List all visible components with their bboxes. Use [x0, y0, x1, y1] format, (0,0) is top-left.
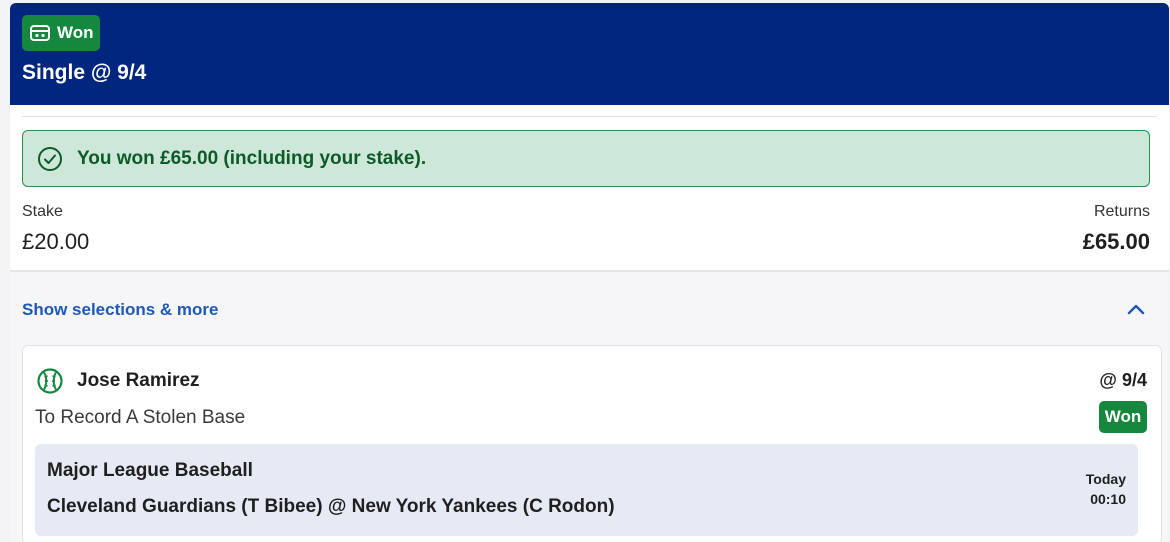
returns-label: Returns [1093, 203, 1150, 220]
stake-label: Stake [22, 203, 63, 220]
event-day: Today [1085, 471, 1126, 487]
win-banner: You won £65.00 (including your stake). [22, 130, 1150, 187]
selection-card: Jose Ramirez @ 9/4 To Record A Stolen Ba… [22, 345, 1162, 542]
baseball-icon [37, 368, 63, 394]
selection-status-badge: Won [1099, 401, 1147, 433]
stake-value: £20.00 [22, 229, 90, 254]
divider [22, 116, 1157, 117]
win-message: You won £65.00 (including your stake). [77, 147, 427, 169]
selection-market: To Record A Stolen Base [35, 407, 246, 428]
chevron-up-icon[interactable] [1125, 299, 1147, 321]
ticket-icon [30, 25, 50, 41]
event-info: Major League Baseball Cleveland Guardian… [35, 444, 1138, 536]
event-matchup: Cleveland Guardians (T Bibee) @ New York… [47, 496, 615, 517]
bet-header: Won Single @ 9/4 [10, 3, 1169, 105]
bet-card: Won Single @ 9/4 You won £65.00 (includi… [10, 3, 1169, 542]
returns-value: £65.00 [1082, 229, 1150, 254]
check-circle-icon [38, 146, 62, 171]
bet-status-badge: Won [22, 15, 100, 51]
bet-title: Single @ 9/4 [22, 61, 147, 84]
selection-odds: @ 9/4 [1099, 370, 1147, 390]
bet-status-label: Won [57, 23, 94, 42]
selection-player: Jose Ramirez [77, 370, 200, 391]
show-selections-link[interactable]: Show selections & more [22, 300, 219, 320]
event-time: 00:10 [1090, 491, 1126, 507]
event-league: Major League Baseball [47, 460, 253, 481]
